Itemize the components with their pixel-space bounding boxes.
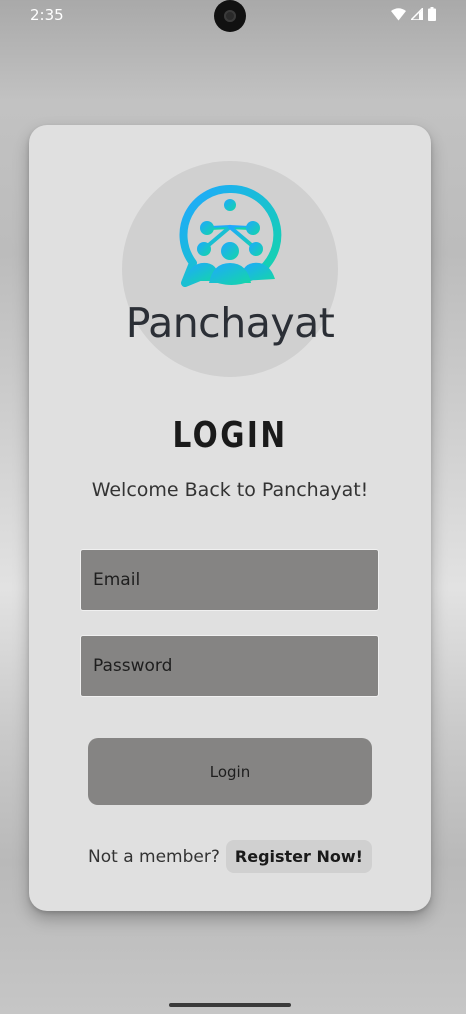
login-title: LOGIN (172, 415, 288, 456)
register-now-button[interactable]: Register Now! (225, 840, 372, 873)
email-field-box (80, 549, 379, 611)
panchayat-logo-icon (177, 183, 283, 297)
password-field-box (80, 635, 379, 697)
brand-name: Panchayat (125, 299, 335, 347)
email-field[interactable] (81, 550, 378, 610)
login-card: Panchayat LOGIN Welcome Back to Panchaya… (29, 125, 431, 911)
home-indicator[interactable] (169, 1003, 291, 1007)
login-button[interactable]: Login (88, 738, 372, 805)
not-member-text: Not a member? (88, 846, 220, 867)
welcome-text: Welcome Back to Panchayat! (91, 479, 369, 501)
front-camera (214, 0, 246, 32)
password-field[interactable] (81, 636, 378, 696)
battery-icon (428, 7, 436, 21)
register-row: Not a member? Register Now! (29, 840, 431, 873)
wifi-icon (391, 7, 406, 21)
status-bar: 2:35 (0, 0, 466, 32)
signal-icon (411, 8, 423, 20)
status-time: 2:35 (30, 6, 64, 24)
status-icons (391, 7, 436, 21)
